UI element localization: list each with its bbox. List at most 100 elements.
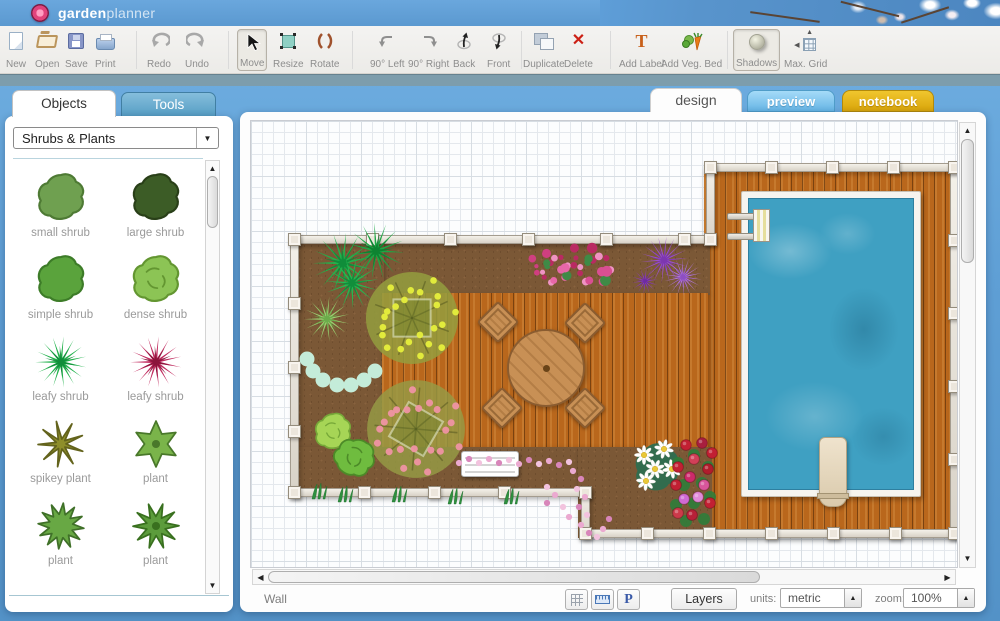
grass-tuft[interactable]	[335, 486, 355, 502]
rotate-90-left-button[interactable]: 90° Left	[368, 29, 407, 71]
wall-post[interactable]	[704, 233, 717, 246]
zoom-select[interactable]: 100% ▲	[903, 588, 975, 608]
send-back-button[interactable]: Back	[451, 29, 477, 71]
allium-purple[interactable]	[631, 267, 659, 295]
wall-post[interactable]	[948, 380, 958, 393]
category-dropdown-value: Shrubs & Plants	[14, 131, 196, 146]
scroll-down-arrow[interactable]: ▼	[206, 578, 219, 592]
wall-post[interactable]	[948, 234, 958, 247]
design-canvas[interactable]	[250, 120, 958, 568]
resize-tool-button[interactable]: Resize	[271, 29, 306, 71]
wall-post[interactable]	[641, 527, 654, 540]
tab-objects[interactable]: Objects	[12, 90, 116, 117]
plant-item-partial-marigold[interactable]	[108, 569, 203, 590]
layers-button[interactable]: Layers	[671, 588, 737, 610]
plant-item-small-shrub[interactable]: small shrub	[13, 159, 108, 241]
bring-front-button[interactable]: Front	[485, 29, 512, 71]
grass-tuft[interactable]	[389, 486, 409, 502]
canvas-hscrollbar[interactable]: ◀ ▶	[252, 569, 956, 585]
category-dropdown[interactable]: Shrubs & Plants ▼	[13, 127, 219, 149]
wall-post[interactable]	[948, 307, 958, 320]
max-grid-button[interactable]: Max. Grid	[782, 29, 829, 71]
text-label-icon: T	[636, 30, 648, 52]
add-veg-bed-button[interactable]: Add Veg. Bed	[659, 29, 724, 71]
hscrollbar-thumb[interactable]	[268, 571, 760, 583]
vscrollbar-thumb[interactable]	[961, 139, 974, 263]
delete-button[interactable]: ✕Delete	[562, 29, 595, 71]
plant-item-leafy-shrub-red[interactable]: leafy shrub	[108, 323, 203, 405]
save-button[interactable]: Save	[63, 29, 90, 71]
plant-item-dense-shrub[interactable]: dense shrub	[108, 241, 203, 323]
wall-post[interactable]	[948, 453, 958, 466]
garden-wall[interactable]	[706, 163, 715, 244]
wall-post[interactable]	[288, 297, 301, 310]
move-tool-button[interactable]: Move	[237, 29, 267, 71]
rose-bed[interactable]	[664, 433, 720, 533]
light-spikey-plant[interactable]	[303, 295, 351, 343]
plant-list-scrollbar[interactable]: ▲ ▼	[205, 160, 220, 594]
redo-button[interactable]: Redo	[145, 29, 173, 71]
tab-preview[interactable]: preview	[747, 90, 835, 112]
scrollbar-thumb[interactable]	[207, 176, 218, 228]
open-folder-icon	[37, 30, 57, 52]
units-select[interactable]: metric ▲	[780, 588, 862, 608]
plant-item-plant-pinwheel[interactable]: plant	[108, 487, 203, 569]
wall-post[interactable]	[889, 527, 902, 540]
print-button[interactable]: Print	[93, 29, 118, 71]
duplicate-button[interactable]: Duplicate	[521, 29, 567, 71]
wall-post[interactable]	[887, 161, 900, 174]
wall-post[interactable]	[522, 233, 535, 246]
grass-tuft[interactable]	[309, 483, 329, 499]
garden-table[interactable]	[507, 329, 585, 407]
diving-board[interactable]	[819, 437, 847, 507]
scroll-up-arrow[interactable]: ▲	[206, 161, 219, 175]
wall-post[interactable]	[288, 425, 301, 438]
wall-post[interactable]	[765, 527, 778, 540]
wall-post[interactable]	[288, 233, 301, 246]
open-button[interactable]: Open	[33, 29, 61, 71]
plant-item-plant-star[interactable]: plant	[13, 487, 108, 569]
plant-6petal-icon	[129, 417, 183, 471]
plant-item-plant-6petal[interactable]: plant	[108, 405, 203, 487]
tab-tools[interactable]: Tools	[121, 92, 216, 117]
app-title-bold: garden	[58, 5, 106, 21]
stepping-stones[interactable]	[297, 347, 387, 393]
wall-post[interactable]	[827, 527, 840, 540]
wall-post[interactable]	[826, 161, 839, 174]
plant-item-simple-shrub[interactable]: simple shrub	[13, 241, 108, 323]
tab-design[interactable]: design	[650, 88, 742, 112]
plan-mode-button[interactable]: P	[617, 589, 640, 610]
wall-post[interactable]	[765, 161, 778, 174]
grass-tuft[interactable]	[445, 488, 465, 504]
scroll-left-arrow[interactable]: ◀	[254, 570, 267, 584]
main-toolbar: New Open Save Print Redo Undo Move Resiz…	[0, 26, 1000, 74]
new-button[interactable]: New	[4, 29, 28, 71]
flower-trail[interactable]	[451, 447, 621, 543]
wall-post[interactable]	[948, 527, 958, 540]
garden-wall[interactable]	[950, 163, 958, 538]
scroll-up-arrow[interactable]: ▲	[960, 123, 975, 138]
rotate-90-right-button[interactable]: Back90° Right	[406, 29, 451, 71]
wall-post[interactable]	[288, 486, 301, 499]
plant-item-spikey-plant[interactable]: spikey plant	[13, 405, 108, 487]
scroll-right-arrow[interactable]: ▶	[941, 570, 954, 584]
wall-post[interactable]	[704, 161, 717, 174]
rotate-tool-button[interactable]: Rotate	[308, 29, 341, 71]
plant-item-partial-sprouts[interactable]	[13, 569, 108, 590]
undo-arrow-icon	[186, 30, 208, 52]
scroll-down-arrow[interactable]: ▼	[960, 551, 975, 566]
plant-item-leafy-shrub-green[interactable]: leafy shrub	[13, 323, 108, 405]
allium-purple[interactable]	[659, 253, 706, 300]
pool-ladder-step[interactable]	[753, 209, 770, 242]
grid-toggle-button[interactable]	[565, 589, 588, 610]
back-arrow-icon	[456, 30, 472, 52]
wall-post[interactable]	[444, 233, 457, 246]
ruler-button[interactable]	[591, 589, 614, 610]
shadows-toggle-button[interactable]: Shadows	[733, 29, 780, 71]
tab-notebook[interactable]: notebook	[842, 90, 934, 112]
canvas-vscrollbar[interactable]: ▲ ▼	[959, 122, 976, 568]
undo-button[interactable]: Undo	[183, 29, 211, 71]
wall-post[interactable]	[948, 161, 958, 174]
plant-item-large-shrub[interactable]: large shrub	[108, 159, 203, 241]
grass-tuft[interactable]	[501, 488, 521, 504]
